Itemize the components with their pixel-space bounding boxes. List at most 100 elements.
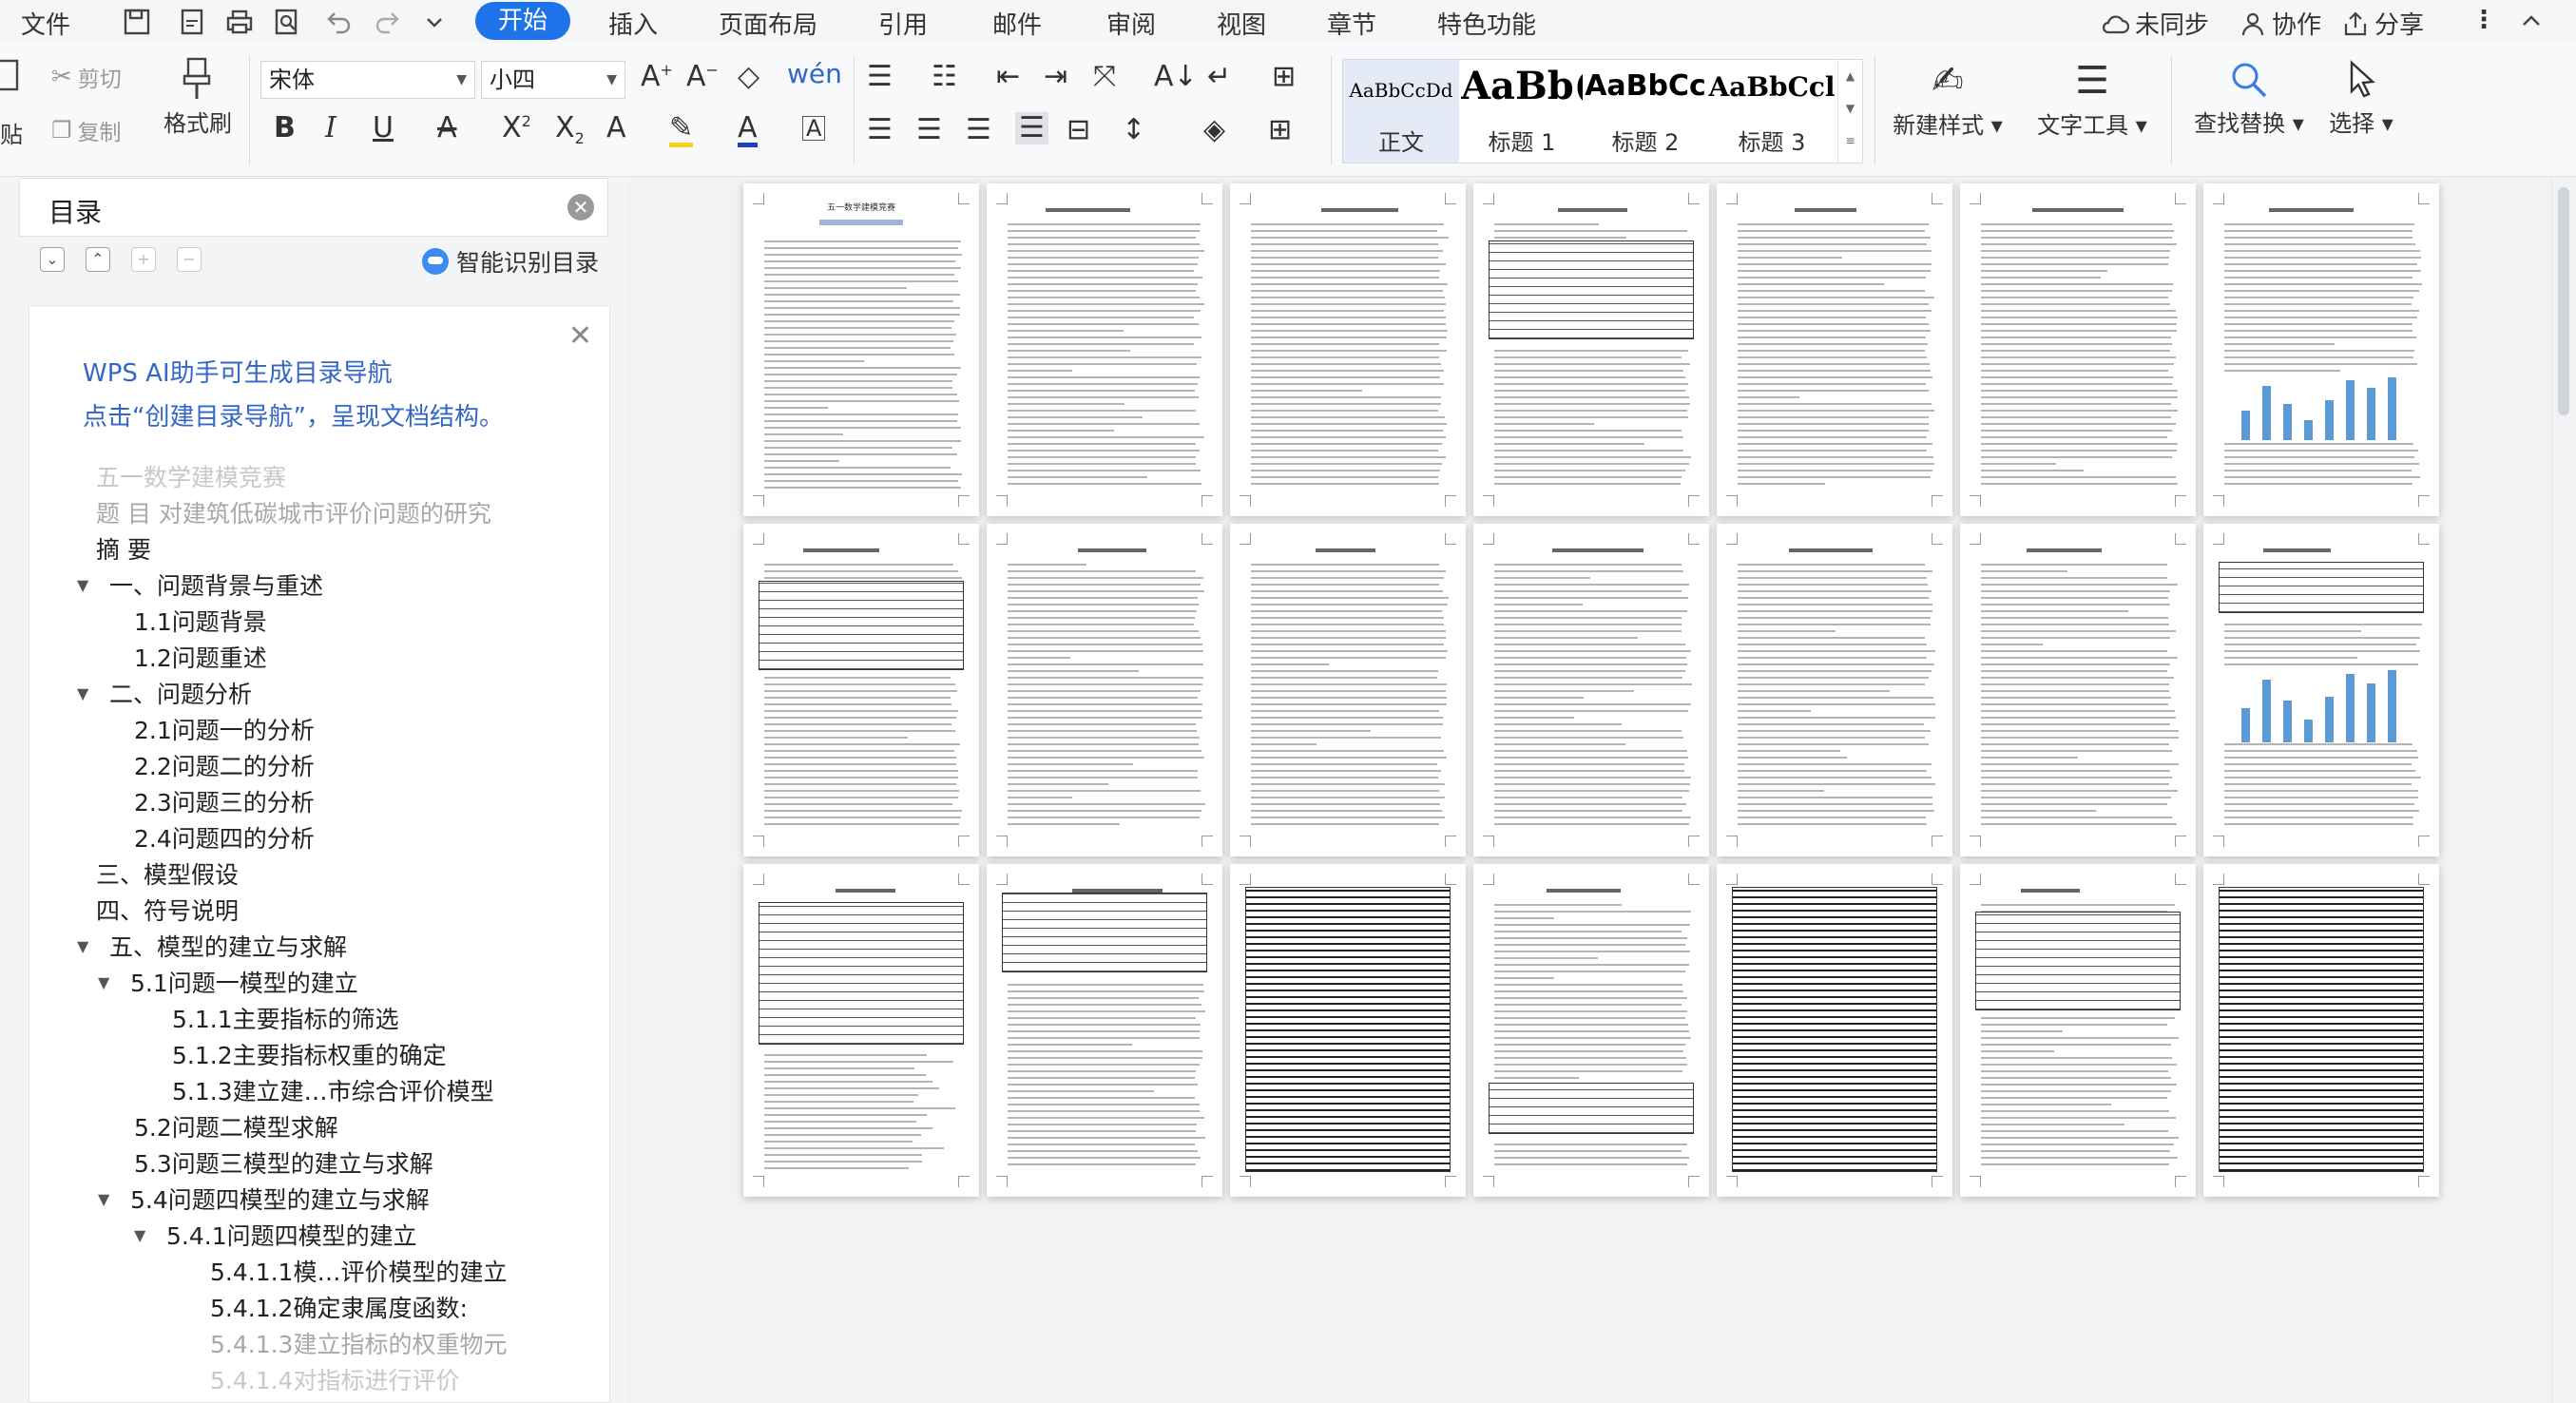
tab-page-layout[interactable]: 页面布局	[719, 6, 817, 41]
justify-icon[interactable]: ☰	[1015, 112, 1048, 144]
page-thumbnail[interactable]	[1473, 183, 1709, 516]
page-thumbnail[interactable]	[1473, 864, 1709, 1197]
toc-item[interactable]: ▼ 5.4.1问题四模型的建立	[134, 1217, 417, 1253]
expand-arrow-icon[interactable]: ▼	[134, 1226, 155, 1244]
sync-status[interactable]: 未同步	[2101, 6, 2209, 41]
remove-item-icon[interactable]: −	[177, 247, 202, 272]
toc-item[interactable]: 题 目 对建筑低碳城市评价问题的研究	[96, 494, 491, 530]
page-thumbnail[interactable]	[1717, 524, 1952, 856]
page-thumbnail[interactable]	[1230, 183, 1466, 516]
toc-item[interactable]: 5.1.1主要指标的筛选	[172, 1000, 399, 1036]
copy-button[interactable]: ❐ 复制	[51, 114, 122, 146]
toc-item[interactable]: 5.3问题三模型的建立与求解	[134, 1144, 433, 1181]
toc-item[interactable]: ▼ 一、问题背景与重述	[77, 567, 323, 603]
text-direction-icon[interactable]: ⤧	[1093, 63, 1116, 91]
cut-button[interactable]: ✂ 剪切	[51, 61, 122, 93]
undo-icon[interactable]	[323, 8, 354, 36]
save-icon[interactable]	[122, 8, 152, 36]
subscript-icon[interactable]: X2	[555, 114, 585, 146]
font-color-icon[interactable]: A	[738, 114, 758, 147]
collapse-ribbon-icon[interactable]	[2519, 8, 2544, 36]
share-button[interactable]: 分享	[2342, 6, 2424, 41]
expand-arrow-icon[interactable]: ▼	[77, 684, 98, 702]
bullet-list-icon[interactable]: ☰	[867, 63, 893, 91]
more-options-icon[interactable]: ⋮	[2471, 6, 2496, 34]
char-border-icon[interactable]: A	[802, 116, 826, 141]
expand-arrow-icon[interactable]: ▼	[98, 973, 119, 991]
page-thumbnail[interactable]	[743, 524, 979, 856]
align-left-icon[interactable]: ☰	[867, 116, 893, 144]
scrollbar-thumb[interactable]	[2558, 187, 2569, 415]
page-thumbnail[interactable]	[743, 864, 979, 1197]
page-thumbnail[interactable]	[1230, 524, 1466, 856]
style-heading-1[interactable]: AaBb( 标题 1	[1461, 60, 1583, 163]
numbered-list-icon[interactable]: ☷	[932, 63, 957, 91]
style-heading-2[interactable]: AaBbCc 标题 2	[1585, 60, 1706, 163]
toc-item[interactable]: 5.4.1.3建立指标的权重物元	[210, 1325, 507, 1361]
collapse-all-icon[interactable]: ⌃	[86, 247, 110, 272]
toc-item[interactable]: ▼ 五、模型的建立与求解	[77, 928, 347, 964]
clear-format-icon[interactable]: ◇	[738, 63, 759, 91]
strikethrough-icon[interactable]: A	[437, 114, 457, 143]
page-thumbnail[interactable]	[1473, 524, 1709, 856]
select-button[interactable]: 选择 ▾	[2323, 59, 2399, 138]
expand-arrow-icon[interactable]: ▼	[77, 576, 98, 594]
toc-item[interactable]: 5.4.1.1模…评价模型的建立	[210, 1253, 507, 1289]
toc-item[interactable]: 2.3问题三的分析	[134, 783, 315, 819]
toc-item[interactable]: 摘 要	[96, 530, 151, 567]
style-heading-3[interactable]: AaBbCcl 标题 3	[1708, 60, 1836, 163]
print-icon[interactable]	[224, 8, 255, 36]
page-thumbnail[interactable]	[987, 864, 1222, 1197]
underline-icon[interactable]: U	[373, 114, 394, 143]
redo-icon[interactable]	[373, 8, 403, 36]
toc-item[interactable]: 2.1问题一的分析	[134, 711, 315, 747]
expand-all-icon[interactable]: ⌄	[40, 247, 65, 272]
tab-start[interactable]: 开始	[475, 2, 570, 40]
add-item-icon[interactable]: +	[131, 247, 156, 272]
toc-item[interactable]: 四、符号说明	[96, 892, 239, 928]
page-thumbnail[interactable]	[2203, 183, 2439, 516]
borders-icon[interactable]: ⊞	[1268, 116, 1292, 144]
toc-item[interactable]: 2.4问题四的分析	[134, 819, 315, 855]
export-pdf-icon[interactable]	[177, 8, 207, 36]
toc-item[interactable]: ▼ 5.4问题四模型的建立与求解	[98, 1181, 430, 1217]
phonetic-guide-icon[interactable]: wén	[787, 61, 842, 87]
toc-item[interactable]: ▼ 5.1问题一模型的建立	[98, 964, 358, 1000]
page-thumbnail[interactable]	[1717, 864, 1952, 1197]
shading-icon[interactable]: ◈	[1203, 116, 1225, 144]
paste-icon[interactable]	[0, 55, 23, 93]
toc-item[interactable]: 5.2问题二模型求解	[134, 1108, 338, 1144]
decrease-indent-icon[interactable]: ⇤	[996, 63, 1020, 91]
vertical-scrollbar[interactable]	[2551, 178, 2576, 1403]
tab-special-features[interactable]: 特色功能	[1437, 6, 1536, 41]
toc-item[interactable]: 5.1.3建立建…市综合评价模型	[172, 1072, 494, 1108]
style-gallery-scroll[interactable]: ▲ ▼ ≡	[1837, 60, 1862, 163]
expand-arrow-icon[interactable]: ▼	[98, 1190, 119, 1208]
page-thumbnail[interactable]	[1717, 183, 1952, 516]
show-marks-icon[interactable]: ⊞	[1272, 63, 1296, 91]
page-thumbnail[interactable]: 五一数学建模竞赛	[743, 183, 979, 516]
highlight-icon[interactable]: ✎	[669, 114, 694, 147]
superscript-icon[interactable]: X2	[502, 114, 531, 143]
toc-item[interactable]: 1.2问题重述	[134, 639, 267, 675]
page-thumbnail[interactable]	[1960, 524, 2196, 856]
expand-arrow-icon[interactable]: ▼	[77, 937, 98, 955]
line-break-icon[interactable]: ↵	[1207, 63, 1231, 91]
tab-view[interactable]: 视图	[1217, 6, 1266, 41]
print-preview-icon[interactable]	[272, 8, 302, 36]
format-painter-button[interactable]: 格式刷	[160, 57, 236, 138]
toc-item[interactable]: 五一数学建模竞赛	[96, 458, 286, 494]
sort-icon[interactable]: A↓	[1154, 63, 1198, 91]
bold-icon[interactable]: B	[274, 114, 296, 143]
find-replace-button[interactable]: 查找替换 ▾	[2186, 59, 2312, 138]
italic-icon[interactable]: I	[325, 114, 336, 143]
page-thumbnail[interactable]	[2203, 864, 2439, 1197]
page-thumbnail[interactable]	[987, 524, 1222, 856]
align-right-icon[interactable]: ☰	[966, 116, 991, 144]
tab-insert[interactable]: 插入	[608, 6, 658, 41]
distributed-icon[interactable]: ⊟	[1067, 116, 1090, 144]
toc-item[interactable]: 1.1问题背景	[134, 603, 267, 639]
toc-item[interactable]: 5.4.1.4对指标进行评价	[210, 1361, 459, 1397]
toc-item[interactable]: ▼ 二、问题分析	[77, 675, 252, 711]
align-center-icon[interactable]: ☰	[916, 116, 942, 144]
